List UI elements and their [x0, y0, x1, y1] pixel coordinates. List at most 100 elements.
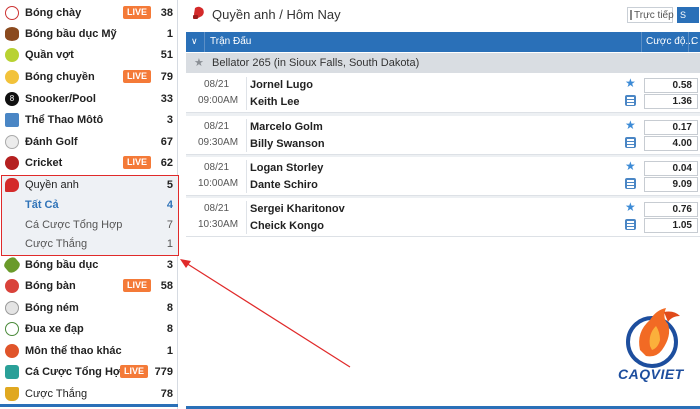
baseball-icon	[5, 5, 19, 20]
sidebar-item-count: 8	[166, 301, 173, 314]
sidebar-subitem-parlay[interactable]: Cá Cược Tổng Hợp 7	[0, 216, 178, 236]
phoenix-emblem-icon	[626, 308, 680, 368]
match-row: 08/21 10:00AM Logan Storley Dante Schiro…	[186, 157, 700, 196]
sidebar-item-rugby[interactable]: Bóng bầu dục 3	[0, 254, 178, 275]
match-date: 08/21	[204, 162, 230, 173]
sidebar-item-parlay[interactable]: Cá Cược Tổng Hợp LIVE 779	[0, 361, 178, 382]
subitem-label: Cá Cược Tổng Hợp	[25, 219, 123, 231]
subitem-label: Cược Thắng	[25, 238, 88, 250]
sports-sidebar: Bóng chày LIVE 38 Bóng bầu dục Mỹ 1 Quần…	[0, 0, 179, 409]
sidebar-subitem-outright[interactable]: Cược Thắng 1	[0, 235, 178, 255]
sidebar-item-cycling[interactable]: Đua xe đạp 8	[0, 318, 178, 339]
odds-home-button[interactable]: 0.58	[644, 78, 698, 93]
match-time: 09:30AM	[198, 137, 239, 148]
sidebar-item-other-sports[interactable]: Môn thể thao khác 1	[0, 340, 178, 361]
league-row[interactable]: ★ Bellator 265 (in Sioux Falls, South Da…	[186, 53, 700, 73]
stats-icon[interactable]	[625, 95, 636, 106]
sidebar-item-count: 3	[166, 113, 173, 126]
trophy-icon	[5, 386, 19, 401]
match-date: 08/21	[204, 79, 230, 90]
golf-ball-icon	[5, 134, 19, 149]
sidebar-item-tennis[interactable]: Quần vợt 51	[0, 44, 178, 65]
match-time: 09:00AM	[198, 95, 239, 106]
favorite-star-icon[interactable]: ★	[625, 160, 636, 172]
collapse-chevron-icon[interactable]: ∨	[191, 36, 198, 47]
odds-away-button[interactable]: 1.05	[644, 218, 698, 233]
match-row: 08/21 09:00AM Jornel Lugo Keith Lee ★ 0.…	[186, 74, 700, 113]
parlay-icon	[5, 364, 19, 379]
sidebar-item-count: 58	[160, 279, 173, 292]
stats-icon[interactable]	[625, 178, 636, 189]
subitem-count: 7	[166, 219, 173, 231]
view-mode-button[interactable]: S	[677, 7, 699, 23]
away-fighter: Keith Lee	[250, 96, 300, 108]
sidebar-item-count: 1	[166, 27, 173, 40]
favorite-star-icon[interactable]: ★	[625, 77, 636, 89]
column-divider	[641, 32, 642, 52]
breadcrumb: Quyền anh / Hôm Nay	[212, 7, 341, 22]
favorite-star-icon[interactable]: ★	[625, 201, 636, 213]
column-divider	[688, 32, 689, 52]
sidebar-item-count: 62	[160, 156, 173, 169]
sidebar-item-boxing[interactable]: Quyền anh 5	[0, 174, 178, 195]
sidebar-item-baseball[interactable]: Bóng chày LIVE 38	[0, 2, 178, 23]
sidebar-item-label: Cược Thắng	[25, 387, 88, 400]
stats-icon[interactable]	[625, 219, 636, 230]
sidebar-item-label: Bóng ném	[25, 301, 79, 314]
sidebar-item-count: 67	[160, 135, 173, 148]
sidebar-item-count: 779	[154, 365, 173, 378]
sidebar-item-count: 3	[166, 258, 173, 271]
home-fighter: Jornel Lugo	[250, 79, 313, 91]
column-divider	[204, 32, 205, 52]
sidebar-item-label: Bóng chuyền	[25, 70, 95, 83]
sidebar-item-golf[interactable]: Đánh Golf 67	[0, 131, 178, 152]
sidebar-subitem-all[interactable]: Tất Cả 4	[0, 196, 178, 216]
sidebar-item-cricket[interactable]: Cricket LIVE 62	[0, 152, 178, 173]
sidebar-item-label: Quyền anh	[25, 178, 79, 191]
column-divider	[246, 201, 247, 234]
sidebar-item-table-tennis[interactable]: Bóng bàn LIVE 58	[0, 275, 178, 296]
live-badge: LIVE	[119, 365, 148, 378]
checkbox-icon[interactable]	[630, 10, 632, 20]
other-sports-icon	[5, 343, 19, 358]
table-tennis-icon	[5, 278, 19, 293]
events-table-header: ∨ Trận Đấu Cược độ... C	[186, 32, 700, 52]
subitem-label: Tất Cả	[25, 199, 59, 211]
sidebar-item-count: 79	[160, 70, 173, 83]
league-name: Bellator 265 (in Sioux Falls, South Dako…	[212, 57, 420, 69]
sidebar-item-label: Bóng bầu dục Mỹ	[25, 27, 117, 40]
sidebar-item-snooker[interactable]: 8 Snooker/Pool 33	[0, 88, 178, 109]
sidebar-item-label: Đánh Golf	[25, 135, 78, 148]
match-date: 08/21	[204, 203, 230, 214]
sidebar-item-count: 51	[160, 48, 173, 61]
subitem-count: 4	[166, 199, 173, 211]
sidebar-item-american-football[interactable]: Bóng bầu dục Mỹ 1	[0, 23, 178, 44]
odds-home-button[interactable]: 0.76	[644, 202, 698, 217]
sidebar-item-label: Đua xe đạp	[25, 322, 84, 335]
home-fighter: Logan Storley	[250, 162, 324, 174]
column-header-odds: Cược độ...	[646, 36, 694, 47]
odds-away-button[interactable]: 4.00	[644, 136, 698, 151]
sidebar-item-count: 8	[166, 322, 173, 335]
match-row: 08/21 09:30AM Marcelo Golm Billy Swanson…	[186, 116, 700, 155]
sidebar-item-handball[interactable]: Bóng ném 8	[0, 297, 178, 318]
sidebar-item-volleyball[interactable]: Bóng chuyền LIVE 79	[0, 66, 178, 87]
favorite-star-icon[interactable]: ★	[625, 119, 636, 131]
sidebar-item-outright[interactable]: Cược Thắng 78	[0, 383, 178, 404]
odds-away-button[interactable]: 1.36	[644, 94, 698, 109]
odds-home-button[interactable]: 0.04	[644, 161, 698, 176]
column-header-extra: C	[691, 36, 699, 47]
stats-icon[interactable]	[625, 137, 636, 148]
sidebar-item-label: Bóng chày	[25, 6, 82, 19]
star-icon[interactable]: ★	[194, 56, 204, 69]
sidebar-item-motorsport[interactable]: Thể Thao Môtô 3	[0, 109, 178, 130]
rugby-ball-icon	[2, 254, 22, 275]
home-fighter: Marcelo Golm	[250, 121, 323, 133]
cricket-ball-icon	[5, 155, 19, 170]
odds-home-button[interactable]: 0.17	[644, 120, 698, 135]
odds-away-button[interactable]: 9.09	[644, 177, 698, 192]
sidebar-bottom-bar	[0, 404, 178, 407]
live-filter-checkbox[interactable]: Trực tiếp	[627, 7, 674, 23]
home-fighter: Sergei Kharitonov	[250, 203, 345, 215]
boxing-glove-icon	[193, 6, 204, 19]
